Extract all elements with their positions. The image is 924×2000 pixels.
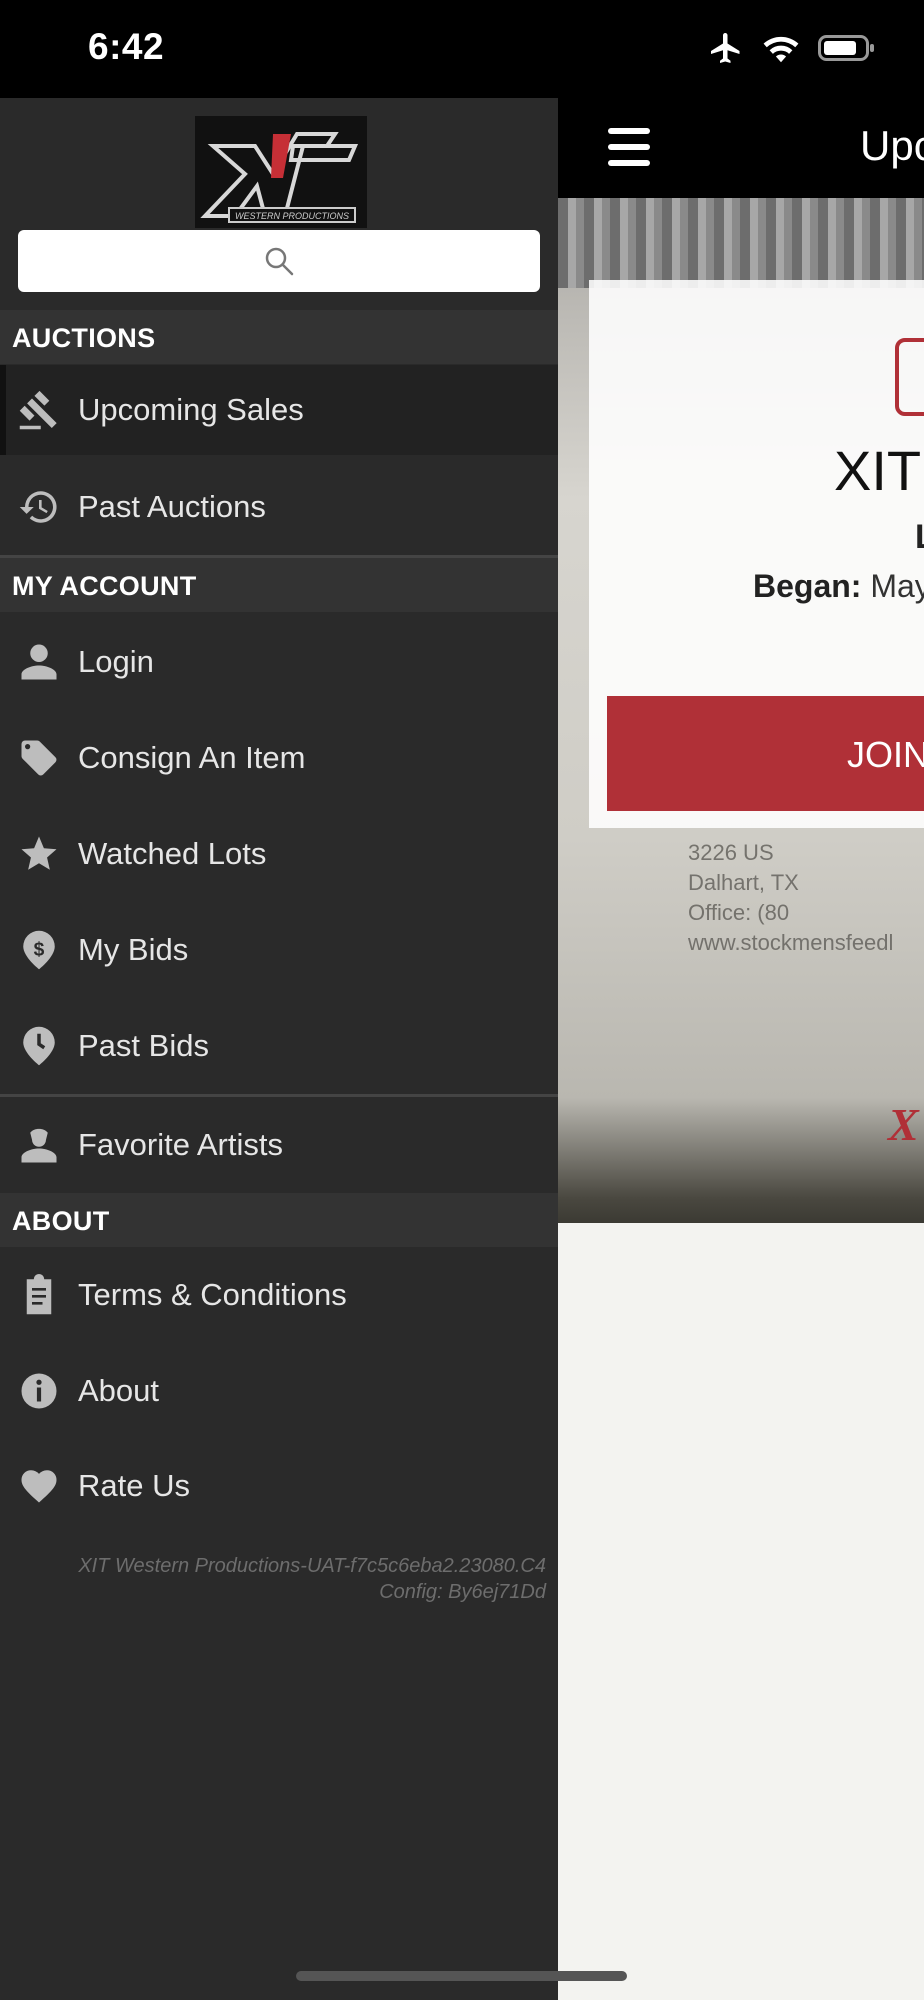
status-icons (708, 30, 876, 66)
nav-favorite-artists[interactable]: Favorite Artists (0, 1100, 558, 1190)
section-about: ABOUT (0, 1193, 558, 1247)
nav-label: Past Bids (78, 1028, 209, 1063)
nav-label: Upcoming Sales (78, 392, 304, 427)
nav-label: Terms & Conditions (78, 1277, 347, 1312)
heart-icon (21, 1470, 57, 1503)
airplane-icon (711, 33, 740, 63)
sign-line: 3226 US (688, 840, 774, 865)
status-bar: 6:42 (0, 0, 924, 98)
nav-my-bids[interactable]: $ My Bids (0, 905, 558, 995)
auction-badge (895, 338, 924, 416)
search-field[interactable] (18, 230, 540, 292)
nav-label: Favorite Artists (78, 1127, 283, 1162)
version-info: XIT Western Productions-UAT-f7c5c6eba2.2… (78, 1553, 546, 1605)
auction-subtitle: L (915, 518, 924, 557)
nav-about[interactable]: About (0, 1346, 558, 1436)
sign-line: Office: (80 (688, 900, 790, 925)
nav-consign-item[interactable]: Consign An Item (0, 713, 558, 803)
hamburger-menu-icon[interactable] (608, 128, 650, 166)
gavel-icon (19, 390, 57, 430)
nav-label: Past Auctions (78, 489, 266, 524)
nav-label: Watched Lots (78, 836, 267, 871)
section-auctions: AUCTIONS (0, 310, 558, 364)
sign-line: www.stockmensfeedl (688, 930, 894, 955)
config-line: Config: By6ej71Dd (379, 1581, 546, 1603)
history-icon (19, 491, 57, 523)
nav-label: Rate Us (78, 1468, 190, 1503)
sign-line: Dalhart, TX (688, 870, 799, 895)
navigation-drawer: WESTERN PRODUCTIONS AUCTIONS Upcoming Sa… (0, 98, 558, 2000)
status-time: 6:42 (88, 26, 165, 67)
app-logo: WESTERN PRODUCTIONS (195, 116, 367, 228)
began-value: May (870, 568, 924, 604)
wifi-icon (763, 36, 799, 63)
nav-label: Login (78, 644, 154, 679)
auction-title: XIT (834, 439, 922, 502)
info-icon (21, 1373, 57, 1409)
nav-label: Consign An Item (78, 740, 306, 775)
clipboard-icon (26, 1274, 52, 1315)
star-icon (21, 836, 57, 870)
hero-logo: X (888, 1099, 919, 1150)
auction-began: Began: May (753, 568, 924, 605)
nav-label: My Bids (78, 932, 189, 967)
hero-sign-text: 3226 US Dalhart, TX Office: (80 www.stoc… (688, 838, 893, 958)
began-label: Began: (753, 568, 862, 604)
page-title: Upc (860, 122, 924, 169)
section-my-account: MY ACCOUNT (0, 558, 558, 612)
nav-label: About (78, 1373, 160, 1408)
divider (0, 1094, 558, 1097)
tag-icon (21, 740, 57, 776)
user-icon (21, 644, 57, 680)
svg-text:$: $ (34, 939, 45, 960)
nav-terms-conditions[interactable]: Terms & Conditions (0, 1250, 558, 1340)
dollar-pin-icon: $ (23, 930, 55, 970)
join-button[interactable]: JOIN (607, 696, 924, 811)
nav-login[interactable]: Login (0, 617, 558, 707)
nav-upcoming-sales[interactable]: Upcoming Sales (0, 365, 558, 455)
main-header: Upc (558, 98, 924, 198)
hero-barn-wall (558, 198, 924, 288)
home-indicator[interactable] (296, 1971, 627, 1981)
search-icon (265, 247, 294, 276)
auction-card: XIT L Began: May JOIN (589, 280, 924, 828)
join-label: JOIN (847, 734, 924, 775)
version-line: XIT Western Productions-UAT-f7c5c6eba2.2… (78, 1555, 546, 1577)
artist-icon (21, 1128, 57, 1163)
nav-past-auctions[interactable]: Past Auctions (0, 462, 558, 552)
battery-icon (818, 35, 874, 61)
nav-rate-us[interactable]: Rate Us (0, 1441, 558, 1531)
logo-text: WESTERN PRODUCTIONS (235, 211, 349, 221)
nav-watched-lots[interactable]: Watched Lots (0, 809, 558, 899)
nav-past-bids[interactable]: Past Bids (0, 1001, 558, 1091)
clock-pin-icon (23, 1026, 55, 1066)
